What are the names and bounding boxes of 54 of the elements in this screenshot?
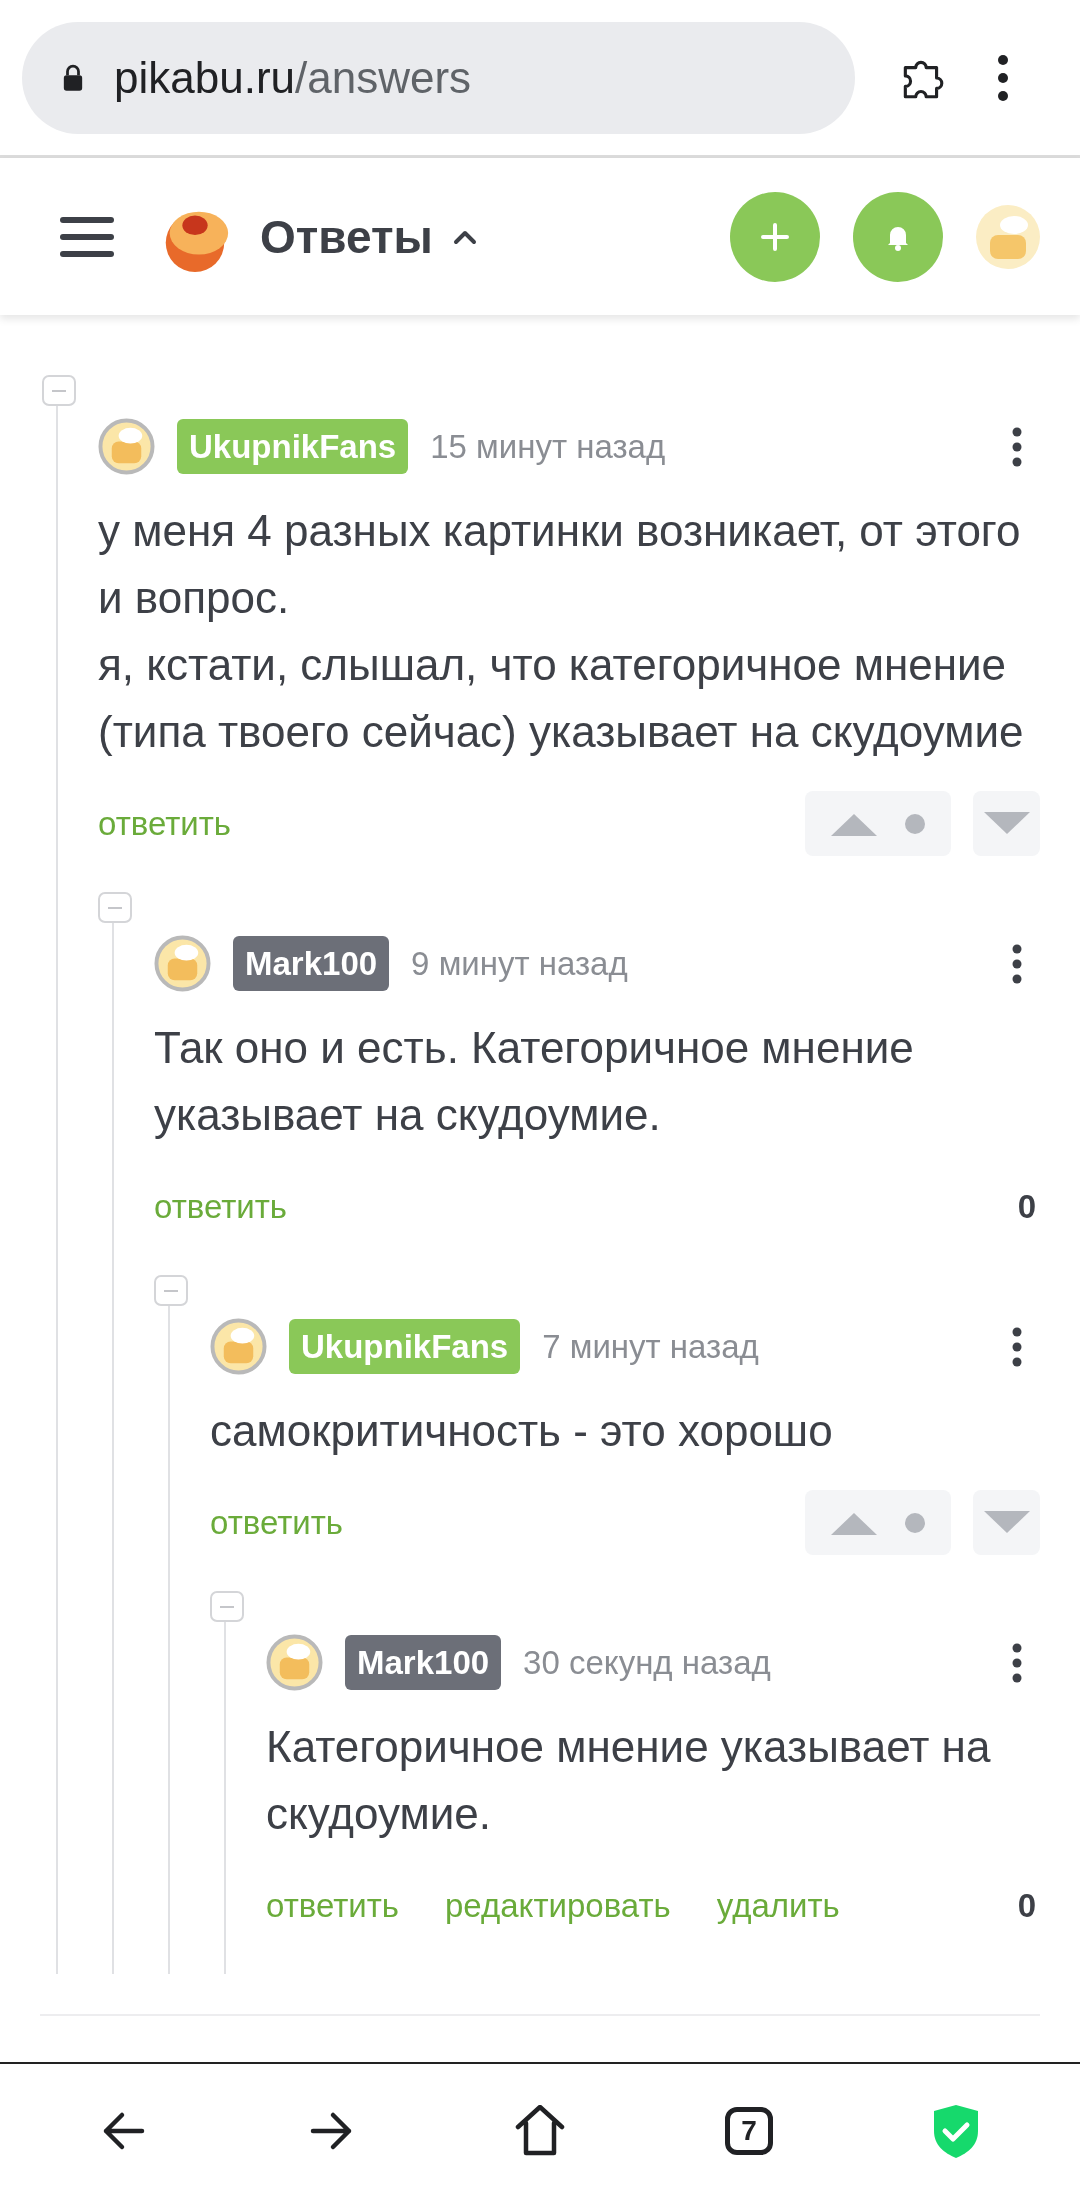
collapse-button[interactable] [210, 1591, 244, 1622]
rating-count: 0 [1017, 1187, 1036, 1226]
comment-action-link[interactable]: удалить [716, 1886, 840, 1925]
comment-text: Так оно и есть. Категоричное мнение указывает на скудоумие. [154, 1022, 915, 1141]
comment-action-link[interactable]: ответить [98, 804, 231, 843]
username-badge[interactable]: Mark100 [233, 936, 390, 991]
caret-icon [452, 228, 477, 245]
comment-text: у меня 4 разных картинки возникает, от этого и вопрос. я, кстати, слышал, что категоричное мнение (типа твоего сейчас) указывает на скудоумие [98, 505, 1025, 758]
triangle-down-icon [983, 1510, 1030, 1535]
comment-action-link[interactable]: редактировать [445, 1886, 671, 1925]
triangle-up-icon [831, 1510, 877, 1535]
downvote-button[interactable] [973, 1490, 1040, 1555]
timestamp: 30 секунд назад [523, 1643, 771, 1682]
home-icon[interactable] [513, 2105, 566, 2157]
more-icon[interactable] [1012, 426, 1022, 467]
comment-text: самокритичность - это хорошо [210, 1405, 834, 1457]
upvote-button[interactable] [805, 1490, 951, 1555]
rating-count: 0 [1017, 1886, 1036, 1925]
username-badge[interactable]: Mark100 [345, 1635, 502, 1690]
lock-icon [62, 63, 84, 92]
avatar[interactable] [98, 418, 155, 475]
collapse-button[interactable] [154, 1275, 188, 1306]
comment-action-link[interactable]: ответить [210, 1503, 343, 1542]
section-title[interactable]: Ответы [260, 209, 477, 264]
timestamp: 9 минут назад [411, 944, 628, 983]
comment-action-link[interactable]: ответить [266, 1886, 399, 1925]
comment-text: Категоричное мнение указывает на скудоумие. [266, 1721, 992, 1840]
upvote-button[interactable] [805, 791, 951, 856]
timestamp: 15 минут назад [430, 427, 666, 466]
more-icon[interactable] [1012, 1326, 1022, 1367]
more-icon[interactable] [1012, 1642, 1022, 1683]
username-badge[interactable]: UkupnikFans [289, 1319, 521, 1374]
triangle-up-icon [831, 811, 877, 836]
avatar[interactable] [154, 935, 211, 992]
dot-icon [905, 813, 925, 834]
avatar[interactable] [210, 1318, 267, 1375]
username-badge[interactable]: UkupnikFans [177, 419, 409, 474]
more-icon[interactable] [1012, 943, 1022, 984]
avatar[interactable] [976, 204, 1040, 269]
shield-check-icon[interactable] [932, 2103, 981, 2159]
avatar[interactable] [266, 1634, 323, 1691]
address-bar[interactable]: pikabu.ru/answers [22, 21, 855, 134]
url-text: pikabu.ru/answers [114, 52, 472, 103]
comment-action-link[interactable]: ответить [154, 1187, 287, 1226]
menu-icon[interactable] [60, 216, 114, 257]
timestamp: 7 минут назад [542, 1327, 759, 1366]
plus-icon [760, 221, 790, 252]
triangle-down-icon [983, 811, 1030, 836]
collapse-button[interactable] [42, 375, 76, 406]
downvote-button[interactable] [973, 791, 1040, 856]
dot-icon [905, 1512, 925, 1533]
collapse-button[interactable] [98, 892, 132, 923]
menu-icon[interactable] [997, 53, 1009, 102]
tabs-counter[interactable]: 7 [725, 2107, 774, 2155]
